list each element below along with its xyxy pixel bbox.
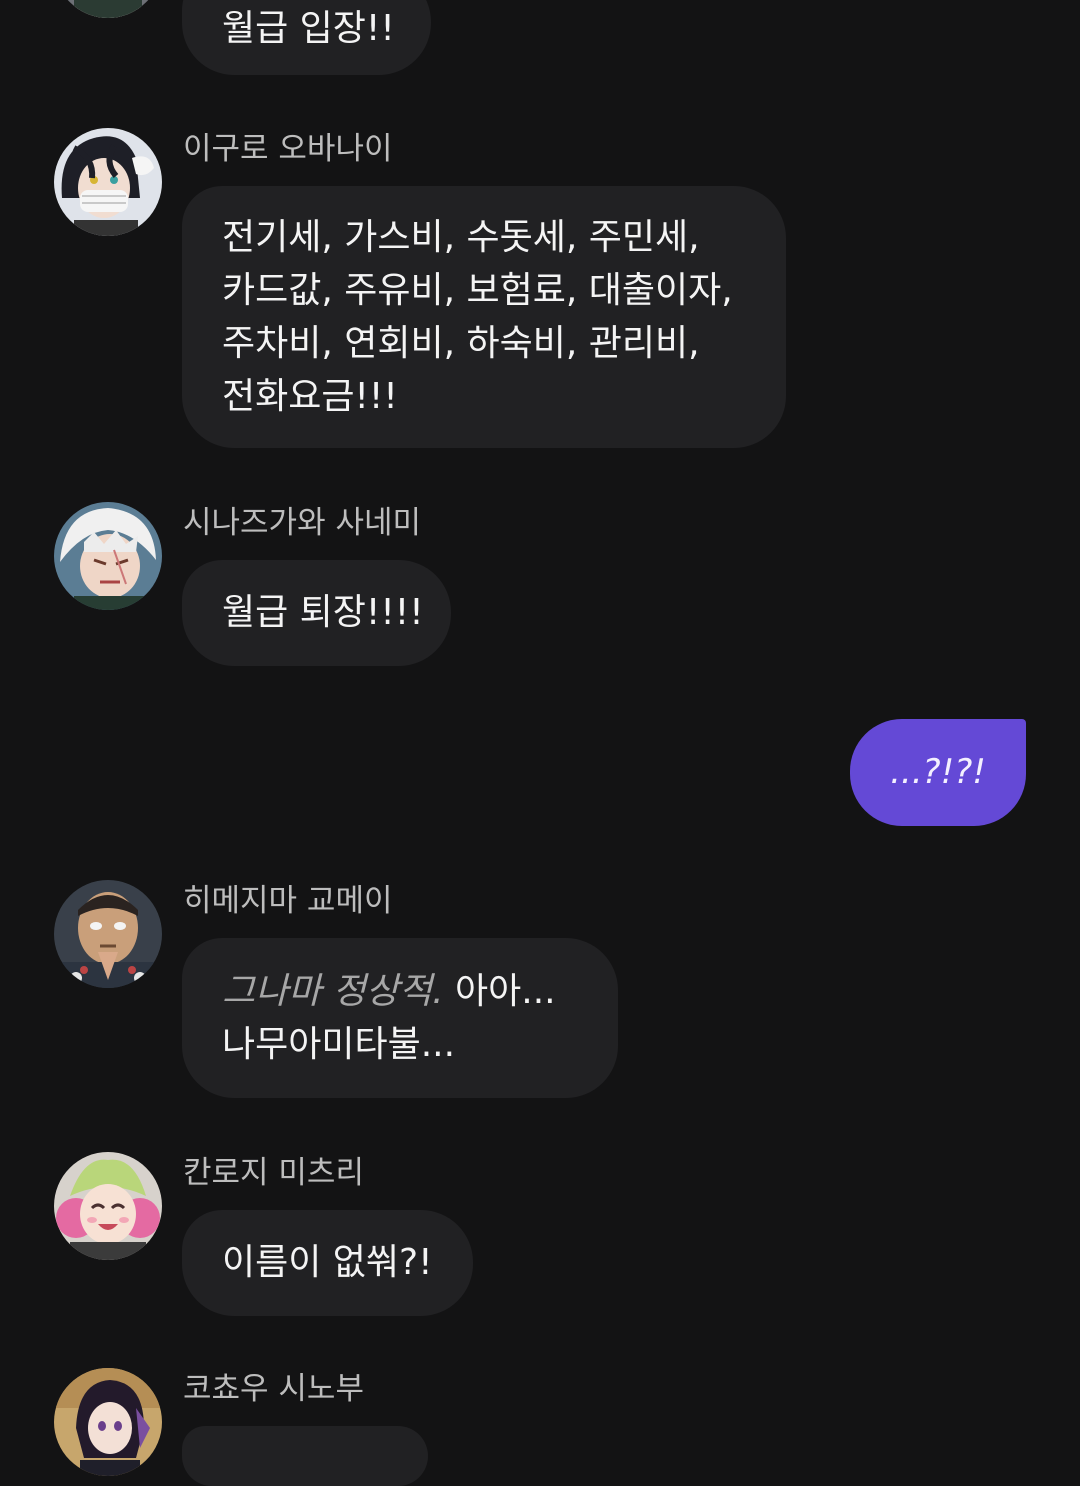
avatar[interactable] — [54, 1152, 162, 1260]
message-text: 이름이 없쒀?! — [222, 1242, 433, 1283]
sender-name: 이구로 오바나이 — [183, 131, 393, 167]
message-bubble: 월급 입장!! — [182, 0, 431, 75]
message-bubble: 그나마 정상적. 아아... 나무아미타불... — [182, 938, 618, 1098]
avatar-icon — [54, 128, 162, 236]
sender-name: 히메지마 교메이 — [183, 883, 393, 919]
message-italic-text: 그나마 정상적. — [222, 971, 444, 1012]
avatar[interactable] — [54, 128, 162, 236]
message-text-line: 전화요금!!! — [222, 376, 398, 417]
message-text-line: 주차비, 연회비, 하숙비, 관리비, — [222, 323, 700, 364]
avatar-icon — [54, 1368, 162, 1476]
avatar-icon — [54, 502, 162, 610]
sender-name: 코쵸우 시노부 — [183, 1371, 364, 1407]
sender-name: 칸로지 미츠리 — [183, 1155, 364, 1191]
my-message-bubble: ...?!?! — [850, 719, 1026, 826]
message-text-line: 그나마 정상적. 아아... — [222, 965, 578, 1018]
avatar[interactable] — [54, 0, 162, 18]
message-text: 아아... — [443, 971, 556, 1012]
avatar[interactable] — [54, 1368, 162, 1476]
message-text-line: 카드값, 주유비, 보험료, 대출이자, — [222, 270, 733, 311]
sender-name: 시나즈가와 사네미 — [183, 505, 422, 541]
message-bubble: 이름이 없쒀?! — [182, 1210, 473, 1316]
avatar-icon — [54, 880, 162, 988]
my-message-text: ...?!?! — [890, 752, 986, 792]
avatar[interactable] — [54, 502, 162, 610]
message-text: 월급 입장!! — [222, 8, 395, 49]
message-text: 월급 퇴장!!!! — [222, 592, 424, 633]
message-bubble — [182, 1426, 428, 1486]
avatar-icon — [54, 0, 162, 18]
message-text-line: 전기세, 가스비, 수돗세, 주민세, — [222, 217, 700, 258]
avatar-icon — [54, 1152, 162, 1260]
message-bubble: 전기세, 가스비, 수돗세, 주민세, 카드값, 주유비, 보험료, 대출이자,… — [182, 186, 786, 448]
message-bubble: 월급 퇴장!!!! — [182, 560, 451, 666]
message-text-line: 나무아미타불... — [222, 1024, 456, 1065]
avatar[interactable] — [54, 880, 162, 988]
